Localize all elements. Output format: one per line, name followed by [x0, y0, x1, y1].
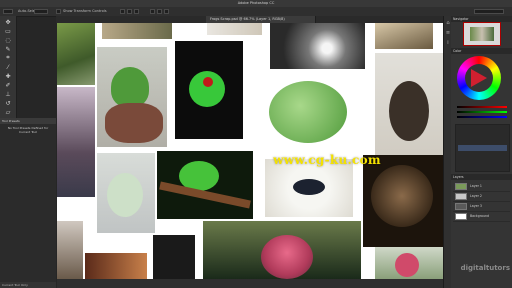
lasso-icon[interactable]: ◌	[3, 36, 13, 44]
eyedropper-icon[interactable]: ⁄	[3, 63, 13, 71]
frog-photo-top-left[interactable]	[57, 23, 95, 85]
layer-thumbnail	[455, 203, 467, 210]
history-brush-icon[interactable]: ↺	[3, 99, 13, 107]
align-top-button[interactable]	[120, 9, 125, 14]
red-slider[interactable]	[457, 106, 507, 108]
window-title: Adobe Photoshop CC	[237, 1, 275, 5]
orange-frog-photo[interactable]	[85, 253, 147, 279]
eraser-icon[interactable]: ▱	[3, 108, 13, 116]
layer-row[interactable]: Layer 3	[453, 202, 510, 212]
align-left-button[interactable]	[150, 9, 155, 14]
layer-thumbnail	[455, 183, 467, 190]
document-tab[interactable]: Frogs Scrap.psd @ 66.7% (Layer 1, RGB/8)	[206, 16, 316, 23]
green-slider[interactable]	[457, 111, 507, 113]
tool-presets-message: No Tool Presets Defined for Current Tool	[7, 126, 49, 134]
document-canvas[interactable]: www.cg-ku.com	[57, 23, 443, 279]
current-tool-only-checkbox[interactable]: Current Tool Only	[0, 282, 56, 288]
align-bottom-button[interactable]	[134, 9, 139, 14]
adjustments-panel	[455, 124, 510, 172]
marquee-icon[interactable]: ▭	[3, 27, 13, 35]
align-right-button[interactable]	[164, 9, 169, 14]
green-frog-dark-photo[interactable]	[153, 235, 195, 279]
workspace-switcher[interactable]	[474, 9, 504, 14]
blue-slider[interactable]	[457, 116, 507, 118]
color-wheel[interactable]	[457, 56, 501, 100]
show-transform-checkbox[interactable]	[56, 9, 61, 14]
tool-presets-panel: Tool Presets No Tool Presets Defined for…	[0, 118, 56, 288]
stamp-icon[interactable]: ⊥	[3, 90, 13, 98]
layer-name: Layer 3	[470, 204, 482, 208]
layer-thumbnail	[455, 193, 467, 200]
frog-photo-bottom-left[interactable]	[57, 221, 83, 279]
animal-photo-left[interactable]	[57, 87, 95, 197]
selected-adjustment-row[interactable]	[458, 145, 507, 151]
vulture-photo-small[interactable]	[375, 247, 443, 279]
red-eyed-frog-branch-photo[interactable]	[157, 151, 253, 219]
align-middle-button[interactable]	[127, 9, 132, 14]
brand-watermark: digitaltutors	[460, 264, 510, 272]
frog-photo-top-light[interactable]	[207, 23, 262, 35]
vulture-photo[interactable]	[203, 221, 361, 279]
layers-header[interactable]: Layers	[451, 174, 512, 180]
brush-icon[interactable]: ✐	[3, 81, 13, 89]
healing-icon[interactable]: ✚	[3, 72, 13, 80]
tool-preset-picker[interactable]	[3, 9, 13, 14]
frog-photo-top-strip[interactable]	[102, 23, 172, 39]
navigator-thumbnail[interactable]	[463, 22, 501, 46]
document-tabs: Frogs Scrap.psd @ 66.7% (Layer 1, RGB/8)	[56, 16, 444, 23]
tortoise-photo[interactable]	[270, 23, 365, 69]
show-transform-label: Show Transform Controls	[63, 9, 107, 13]
right-panel-dock: Navigator Color Layers Layer 1 Layer 2 L…	[451, 16, 512, 288]
layer-row[interactable]: Background	[453, 212, 510, 222]
black-beetle-photo[interactable]	[265, 159, 353, 217]
move-icon[interactable]: ✥	[3, 18, 13, 26]
millipede-photo[interactable]	[363, 155, 443, 247]
white-tree-frog-photo[interactable]	[97, 153, 155, 233]
align-center-button[interactable]	[157, 9, 162, 14]
status-bar	[57, 279, 443, 288]
layer-row[interactable]: Layer 2	[453, 192, 510, 202]
crop-icon[interactable]: ⌗	[3, 54, 13, 62]
auto-select-dropdown[interactable]	[34, 9, 48, 14]
color-header[interactable]: Color	[451, 48, 512, 54]
layer-row[interactable]: Layer 1	[453, 182, 510, 192]
site-watermark: www.cg-ku.com	[273, 153, 381, 167]
beetle-photo[interactable]	[375, 53, 443, 163]
tool-presets-header[interactable]: Tool Presets	[0, 118, 56, 124]
quick-select-icon[interactable]: ✎	[3, 45, 13, 53]
layer-name: Layer 2	[470, 194, 482, 198]
menu-bar: Adobe Photoshop CC	[0, 0, 512, 7]
green-frog-white-bg-photo[interactable]	[253, 71, 357, 163]
snail-photo[interactable]	[375, 23, 433, 49]
layer-thumbnail	[455, 213, 467, 220]
layer-name: Background	[470, 214, 490, 218]
red-eyed-tree-frog-photo[interactable]	[175, 41, 243, 139]
frog-on-branch-photo[interactable]	[97, 47, 167, 147]
layer-name: Layer 1	[470, 184, 482, 188]
